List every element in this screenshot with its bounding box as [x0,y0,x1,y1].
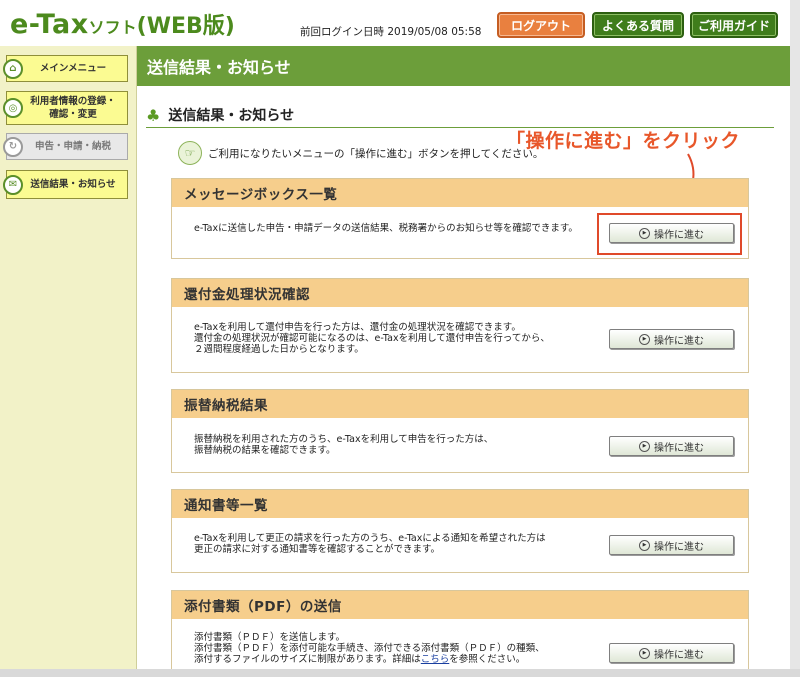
page-title: 送信結果・お知らせ [137,46,790,86]
card-title: 還付金処理状況確認 [172,279,748,307]
sidebar-item-label: 利用者情報の登録・ 確認・変更 [30,96,116,120]
operate-label: 操作に進む [654,649,704,661]
logo-web: (WEB版) [136,14,235,39]
logo-soft: ソフト [88,18,137,37]
card-refund-status: 還付金処理状況確認 e-Taxを利用して還付申告を行った方は、還付金の処理状況を… [171,278,749,373]
operate-button-transfer-tax[interactable]: ▶ 操作に進む [609,436,734,456]
card-text: e-Taxを利用して更正の請求を行った方のうち、e-Taxによる通知を希望された… [194,533,546,555]
section-heading: ♣ 送信結果・お知らせ [146,103,774,128]
operate-button-attachments[interactable]: ▶ 操作に進む [609,643,734,663]
card-text-line: 添付するファイルのサイズに制限があります。詳細は [194,654,421,665]
card-text: e-Taxを利用して還付申告を行った方は、還付金の処理状況を確認できます。 還付… [194,322,550,355]
card-title: 振替納税結果 [172,390,748,418]
sidebar-item-results[interactable]: ✉ 送信結果・お知らせ [3,170,128,199]
card-text: e-Taxに送信した申告・申請データの送信結果、税務署からのお知らせ等を確認でき… [194,223,578,234]
last-login-value: 2019/05/08 05:58 [387,26,482,38]
logout-button[interactable]: ログアウト [497,12,585,38]
intro: ☞ ご利用になりたいメニューの「操作に進む」ボタンを押してください。 [178,141,543,165]
window-frame-bottom [0,669,800,677]
sidebar-item-label: メインメニュー [39,63,107,74]
card-text: 添付書類（ＰＤＦ）を送信します。 添付書類（ＰＤＦ）を添付可能な手続き、添付でき… [194,632,545,665]
card-notices: 通知書等一覧 e-Taxを利用して更正の請求を行った方のうち、e-Taxによる通… [171,489,749,573]
last-login: 前回ログイン日時 2019/05/08 05:58 [300,24,481,39]
operate-button-notices[interactable]: ▶ 操作に進む [609,535,734,555]
guide-button[interactable]: ご利用ガイド [690,12,778,38]
operate-label: 操作に進む [654,541,704,553]
sidebar-item-user-info[interactable]: ◎ 利用者情報の登録・ 確認・変更 [3,91,128,125]
target-icon: ◎ [3,98,23,118]
card-text-line: 添付書類（ＰＤＦ）を添付可能な手続き、添付できる添付書類（ＰＤＦ）の種類、 [194,643,545,654]
play-icon: ▶ [639,440,650,452]
sidebar-item-label: 送信結果・お知らせ [30,179,116,190]
sidebar-item-main-menu[interactable]: ⌂ メインメニュー [3,55,128,82]
app-header: e-Taxソフト(WEB版) 前回ログイン日時 2019/05/08 05:58… [0,0,790,46]
operate-label: 操作に進む [654,335,704,347]
clover-icon: ♣ [146,105,161,125]
play-icon: ▶ [639,647,650,659]
card-transfer-tax: 振替納税結果 振替納税を利用された方のうち、e-Taxを利用して申告を行った方は… [171,389,749,473]
intro-text: ご利用になりたいメニューの「操作に進む」ボタンを押してください。 [208,147,544,160]
window-frame-right [790,0,800,677]
card-title: メッセージボックス一覧 [172,179,748,207]
last-login-label: 前回ログイン日時 [300,26,384,38]
house-icon: ⌂ [3,58,23,79]
refresh-icon: ↻ [3,136,23,157]
details-link[interactable]: こちら [421,654,450,665]
mail-icon: ✉ [3,174,23,195]
operate-button-refund-status[interactable]: ▶ 操作に進む [609,329,734,349]
card-text-line: を参照ください。 [449,654,526,665]
sidebar: ⌂ メインメニュー ◎ 利用者情報の登録・ 確認・変更 ↻ 申告・申請・納税 ✉… [0,46,137,669]
hand-pointer-icon: ☞ [178,141,202,165]
operate-label: 操作に進む [654,442,704,454]
section-title: 送信結果・お知らせ [168,108,295,124]
sidebar-item-label: 申告・申請・納税 [34,141,111,152]
faq-button[interactable]: よくある質問 [592,12,684,38]
card-text-line: 添付書類（ＰＤＦ）を送信します。 [194,632,346,643]
card-text: 振替納税を利用された方のうち、e-Taxを利用して申告を行った方は、 振替納税の… [194,434,494,456]
card-title: 通知書等一覧 [172,490,748,518]
logo-main: e-Tax [10,9,89,40]
etax-logo: e-Taxソフト(WEB版) [10,8,235,40]
sidebar-item-filing[interactable]: ↻ 申告・申請・納税 [3,133,128,160]
click-annotation: 「操作に進む」をクリック [506,130,741,152]
play-icon: ▶ [639,539,650,551]
play-icon: ▶ [639,333,650,345]
annotation-highlight-box [597,213,742,255]
card-attachments: 添付書類（PDF）の送信 添付書類（ＰＤＦ）を送信します。 添付書類（ＰＤＦ）を… [171,590,749,670]
card-title: 添付書類（PDF）の送信 [172,591,748,619]
